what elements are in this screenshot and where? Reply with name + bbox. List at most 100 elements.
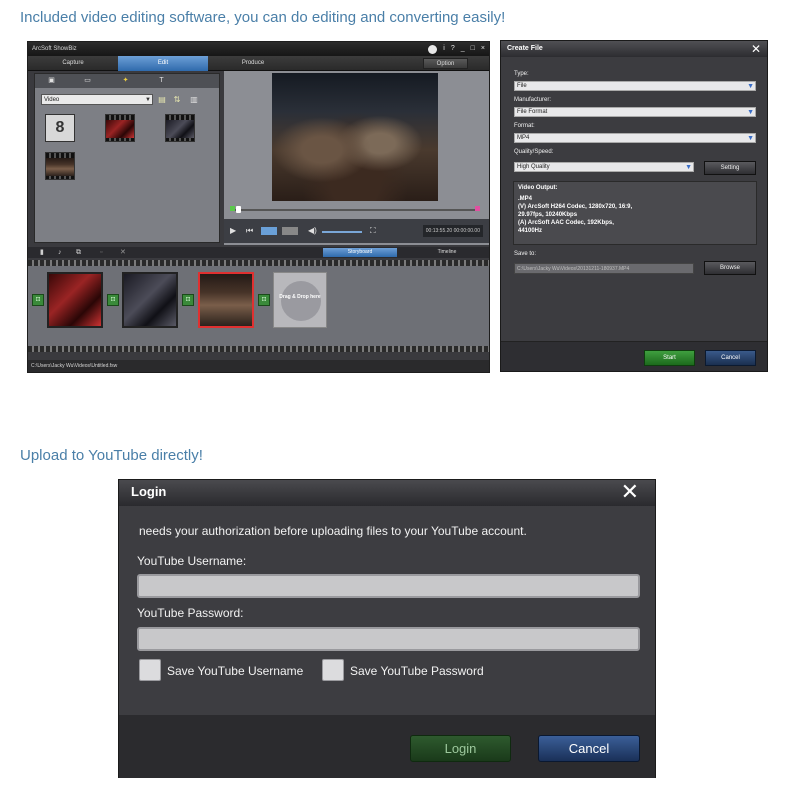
delete-icon[interactable]: ▥ <box>189 94 199 105</box>
preview-scrubber[interactable] <box>226 205 488 215</box>
storyboard: ⊡ ⊡ ⊡ ⊡ Drag & Drop here <box>28 260 489 352</box>
password-input[interactable] <box>137 627 640 651</box>
trash-icon[interactable]: ▮ <box>40 248 44 257</box>
chevron-down-icon: ▼ <box>747 135 754 142</box>
folder-icon[interactable]: ▤ <box>157 94 167 105</box>
microphone-icon[interactable]: ♪ <box>58 248 62 257</box>
library-thumb-leader[interactable]: 8 <box>45 114 75 142</box>
library-tabs: ▣ ▭ ✦ T <box>35 74 219 88</box>
type-value: File <box>517 83 527 89</box>
caption-upload: Upload to YouTube directly! <box>20 447 203 464</box>
drop-zone-circle <box>281 281 321 321</box>
main-tabs: Capture Edit Produce Option <box>28 56 489 71</box>
output-line: 44100Hz <box>518 228 543 234</box>
login-footer: Login Cancel <box>119 715 655 778</box>
effects-tab-icon[interactable]: ✦ <box>121 77 130 85</box>
type-select[interactable]: File ▼ <box>514 81 756 91</box>
play-icon[interactable]: ▶ <box>230 226 236 236</box>
login-titlebar: Login ✕ <box>119 479 655 506</box>
step-back-icon[interactable]: ⏮ <box>246 226 253 236</box>
media-type-select[interactable]: Video ▼ <box>41 94 153 105</box>
trim-start-marker[interactable] <box>230 206 235 211</box>
logo-icon <box>428 45 438 54</box>
status-bar: C:\Users\Jacky Wu\Videos\Untitled.fsw <box>28 360 489 372</box>
preview-panel: ▶ ⏮ ◀) ⛶ 00:13:55.20 00:00:00.00 <box>224 71 489 245</box>
transition-slot[interactable]: ⊡ <box>182 294 194 306</box>
transition-slot[interactable]: ⊡ <box>258 294 270 306</box>
timecode-readout: 00:13:55.20 00:00:00.00 <box>422 225 483 237</box>
film-strip-bottom <box>28 346 489 352</box>
output-line: (V) ArcSoft H264 Codec, 1280x720, 16:9, <box>518 204 633 210</box>
library-thumb[interactable] <box>105 114 135 142</box>
leader-number: 8 <box>55 119 65 136</box>
playback-controls: ▶ ⏮ ◀) ⛶ 00:13:55.20 00:00:00.00 <box>224 219 489 243</box>
volume-slider[interactable] <box>322 231 362 233</box>
minimize-icon[interactable]: _ <box>461 43 465 55</box>
volume-icon[interactable]: ◀) <box>308 226 317 236</box>
manufacturer-label: Manufacturer: <box>514 97 552 103</box>
storyboard-button[interactable]: Storyboard <box>323 248 397 257</box>
text-tab-icon[interactable]: T <box>157 77 166 85</box>
format-label: Format: <box>514 123 535 129</box>
chevron-down-icon: ▼ <box>685 164 692 171</box>
username-label: YouTube Username: <box>137 554 247 568</box>
save-password-label: Save YouTube Password <box>350 664 484 678</box>
chevron-down-icon: ▼ <box>747 83 754 90</box>
close-icon[interactable]: ✕ <box>751 41 761 57</box>
login-button[interactable]: Login <box>410 735 511 762</box>
drop-zone-label: Drag & Drop here <box>279 294 321 300</box>
browse-button[interactable]: Browse <box>704 261 756 275</box>
project-mode-button[interactable] <box>282 227 298 235</box>
username-input[interactable] <box>137 574 640 598</box>
save-to-input[interactable]: C:\Users\Jacky Wu\Videos\20131211-180937… <box>514 263 694 274</box>
transition-slot[interactable]: ⊡ <box>107 294 119 306</box>
scrubber-handle[interactable] <box>236 206 241 213</box>
info-icon[interactable]: i <box>443 43 445 55</box>
trim-icon[interactable]: ▫ <box>100 248 102 257</box>
storyboard-toolbar: ▮ ♪ ⧉ ▫ ✕ Storyboard Timeline <box>28 247 489 258</box>
timeline-button[interactable]: Timeline <box>410 248 484 257</box>
help-icon[interactable]: ? <box>451 43 455 55</box>
close-icon[interactable]: ✕ <box>621 479 639 505</box>
cut-icon[interactable]: ✕ <box>120 248 126 257</box>
split-icon[interactable]: ⧉ <box>76 248 81 257</box>
manufacturer-select[interactable]: File Format ▼ <box>514 107 756 117</box>
create-file-title: Create File <box>507 45 543 52</box>
fullscreen-icon[interactable]: ⛶ <box>370 226 376 236</box>
film-tab-icon[interactable]: ▭ <box>83 77 92 85</box>
tab-capture[interactable]: Capture <box>28 56 118 71</box>
storyboard-clip[interactable] <box>47 272 103 328</box>
option-button[interactable]: Option <box>423 58 468 69</box>
drop-zone[interactable]: Drag & Drop here <box>273 272 327 328</box>
quality-select[interactable]: High Quality ▼ <box>514 162 694 172</box>
format-select[interactable]: MP4 ▼ <box>514 133 756 143</box>
trim-end-marker[interactable] <box>475 206 480 211</box>
transition-slot[interactable]: ⊡ <box>32 294 44 306</box>
login-dialog: Login ✕ needs your authorization before … <box>118 479 656 778</box>
create-file-footer: Start Cancel <box>501 341 767 371</box>
setting-button[interactable]: Setting <box>704 161 756 175</box>
close-icon[interactable]: × <box>481 43 485 55</box>
save-password-checkbox[interactable] <box>322 659 344 681</box>
storyboard-clip[interactable] <box>122 272 178 328</box>
type-label: Type: <box>514 71 529 77</box>
cancel-button[interactable]: Cancel <box>538 735 640 762</box>
maximize-icon[interactable]: □ <box>471 43 475 55</box>
library-thumb[interactable] <box>165 114 195 142</box>
film-strip-top <box>28 260 489 266</box>
cancel-button[interactable]: Cancel <box>705 350 756 366</box>
caption-editing: Included video editing software, you can… <box>20 9 506 26</box>
storyboard-clip-selected[interactable] <box>198 272 254 328</box>
tab-edit[interactable]: Edit <box>118 56 208 71</box>
start-button[interactable]: Start <box>644 350 695 366</box>
media-tab-icon[interactable]: ▣ <box>47 77 56 85</box>
library-thumb[interactable] <box>45 152 75 180</box>
login-title: Login <box>131 484 167 499</box>
sort-icon[interactable]: ⇅ <box>172 94 182 105</box>
tab-produce[interactable]: Produce <box>208 56 298 71</box>
clip-mode-button[interactable] <box>261 227 277 235</box>
video-output-panel: Video Output: .MP4 (V) ArcSoft H264 Code… <box>513 181 757 245</box>
quality-value: High Quality <box>517 164 550 170</box>
save-username-checkbox[interactable] <box>139 659 161 681</box>
password-label: YouTube Password: <box>137 606 244 620</box>
